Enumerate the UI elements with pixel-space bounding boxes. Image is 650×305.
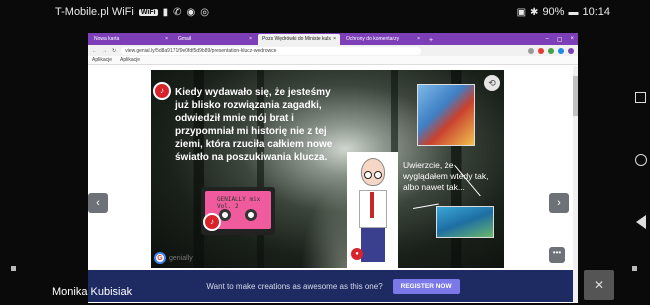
close-window-icon[interactable]: × (570, 36, 574, 43)
status-left: T-Mobile.pl WiFi WiFi ▮ ✆ ◉ ◎ (55, 6, 209, 18)
cta-message: Want to make creations as awesome as thi… (206, 281, 383, 291)
battery-icon: ▬ (568, 6, 579, 18)
star-icon[interactable] (528, 47, 534, 54)
sound-button[interactable]: ♪ (203, 213, 221, 231)
new-tab-icon[interactable]: + (426, 37, 436, 45)
minimize-icon[interactable]: – (545, 36, 548, 43)
url-field[interactable]: view.genial.ly/5d8a9171f9e0fdf5d9b89/pre… (121, 46, 422, 55)
status-bar: T-Mobile.pl WiFi WiFi ▮ ✆ ◉ ◎ ▣ ✱ 90% ▬ … (0, 0, 650, 24)
app-icon: ◉ (186, 6, 196, 18)
close-icon[interactable]: × (249, 36, 252, 43)
forward-arrow-icon[interactable]: → (102, 48, 107, 54)
bookmarks-bar: Aplikacje Aplikacje (88, 56, 578, 65)
signal-icon: ▮ (162, 6, 169, 18)
status-right: ▣ ✱ 90% ▬ 10:14 (517, 6, 610, 18)
cta-banner: Want to make creations as awesome as thi… (88, 270, 578, 302)
close-icon[interactable]: × (417, 36, 420, 43)
genially-logo-text: genially (169, 254, 193, 262)
tab-label: Nowa karta (94, 36, 120, 42)
cassette-label-text: GENIALLY mix Vol. 2 (217, 196, 261, 210)
surprised-face-photo (436, 206, 494, 238)
tab-label: Ochrony do komentarzy (346, 36, 400, 42)
phone-icon: ✆ (173, 6, 182, 18)
app-icon-2: ◎ (200, 6, 209, 18)
extension-icon[interactable] (548, 47, 554, 54)
genially-icon: G (154, 252, 166, 264)
character-tie (370, 192, 374, 218)
character-head (361, 158, 385, 186)
nfc-icon: ▣ (516, 6, 527, 18)
bluetooth-icon: ✱ (530, 6, 539, 18)
rooster-photo (417, 84, 475, 146)
extension-icon[interactable] (538, 47, 544, 54)
presentation-slide: ♪ Kiedy wydawało się, że jesteśmy już bl… (151, 70, 504, 268)
tab-bar: Nowa karta × Gmail × Pozs Wędrówki do Mini… (88, 33, 578, 45)
sound-button[interactable]: ♪ (153, 82, 171, 100)
close-icon[interactable]: × (165, 36, 168, 43)
tab-gmail[interactable]: Gmail × (174, 34, 256, 45)
cassette-reel (245, 209, 257, 221)
android-nav-bar (630, 60, 650, 260)
page-content: ‹ › ♪ Kiedy wydawało się, że jesteśmy ju… (88, 66, 578, 303)
extension-icon[interactable] (558, 47, 564, 54)
address-bar: ← → ↻ view.genial.ly/5d8a9171f9e0fdf5d9b… (88, 45, 578, 56)
genially-logo[interactable]: G genially (154, 252, 193, 264)
scrollbar[interactable] (573, 66, 578, 303)
indicator-dot (632, 266, 637, 271)
character-illustration: ● (347, 152, 398, 268)
participant-name: Monika Kubisiak (52, 286, 133, 298)
register-button[interactable]: REGISTER NOW (392, 278, 460, 294)
battery-percent: 90% (542, 6, 565, 18)
mic-off-icon[interactable]: ✕ (584, 270, 614, 300)
maximize-icon[interactable]: ▢ (557, 36, 563, 43)
home-icon[interactable] (635, 154, 647, 166)
glasses-right (374, 171, 382, 179)
tab-presentation[interactable]: Pozs Wędrówki do Ministe kuls × (258, 34, 340, 45)
wifi-badge: WiFi (138, 8, 158, 16)
indicator-dot (11, 266, 16, 271)
share-icon[interactable]: ⟲ (484, 75, 500, 91)
carrier-label: T-Mobile.pl WiFi (55, 6, 134, 18)
extensions (528, 47, 574, 54)
recents-icon[interactable] (635, 92, 646, 103)
browser-window: Nowa karta × Gmail × Pozs Wędrówki do Mini… (88, 33, 578, 303)
clock: 10:14 (582, 6, 610, 18)
window-controls: – ▢ × (545, 36, 578, 45)
speech-text: Uwierzcie, że wyglądałem wtedy tak, albo… (403, 160, 489, 192)
slide-main-text: Kiedy wydawało się, że jesteśmy już blis… (175, 87, 333, 163)
glasses-left (364, 171, 372, 179)
next-slide-button[interactable]: › (549, 193, 569, 213)
close-icon[interactable]: × (333, 36, 336, 43)
character-action-button[interactable]: ● (351, 248, 363, 260)
reload-icon[interactable]: ↻ (112, 48, 116, 54)
character-legs (361, 228, 385, 262)
tab-label: Pozs Wędrówki do Ministe kuls (262, 36, 331, 42)
back-icon[interactable] (636, 215, 646, 229)
scrollbar-thumb[interactable] (573, 76, 578, 116)
back-arrow-icon[interactable]: ← (92, 48, 97, 54)
tab-comments[interactable]: Ochrony do komentarzy × (342, 34, 424, 45)
profile-icon[interactable] (568, 47, 574, 54)
tab-new[interactable]: Nowa karta × (90, 34, 172, 45)
prev-slide-button[interactable]: ‹ (88, 193, 108, 213)
tab-label: Gmail (178, 36, 192, 42)
more-options-button[interactable]: ••• (549, 247, 565, 263)
bookmark-item[interactable]: Aplikacje (120, 57, 140, 63)
bookmark-item[interactable]: Aplikacje (92, 57, 112, 63)
screen: T-Mobile.pl WiFi WiFi ▮ ✆ ◉ ◎ ▣ ✱ 90% ▬ … (0, 0, 650, 305)
